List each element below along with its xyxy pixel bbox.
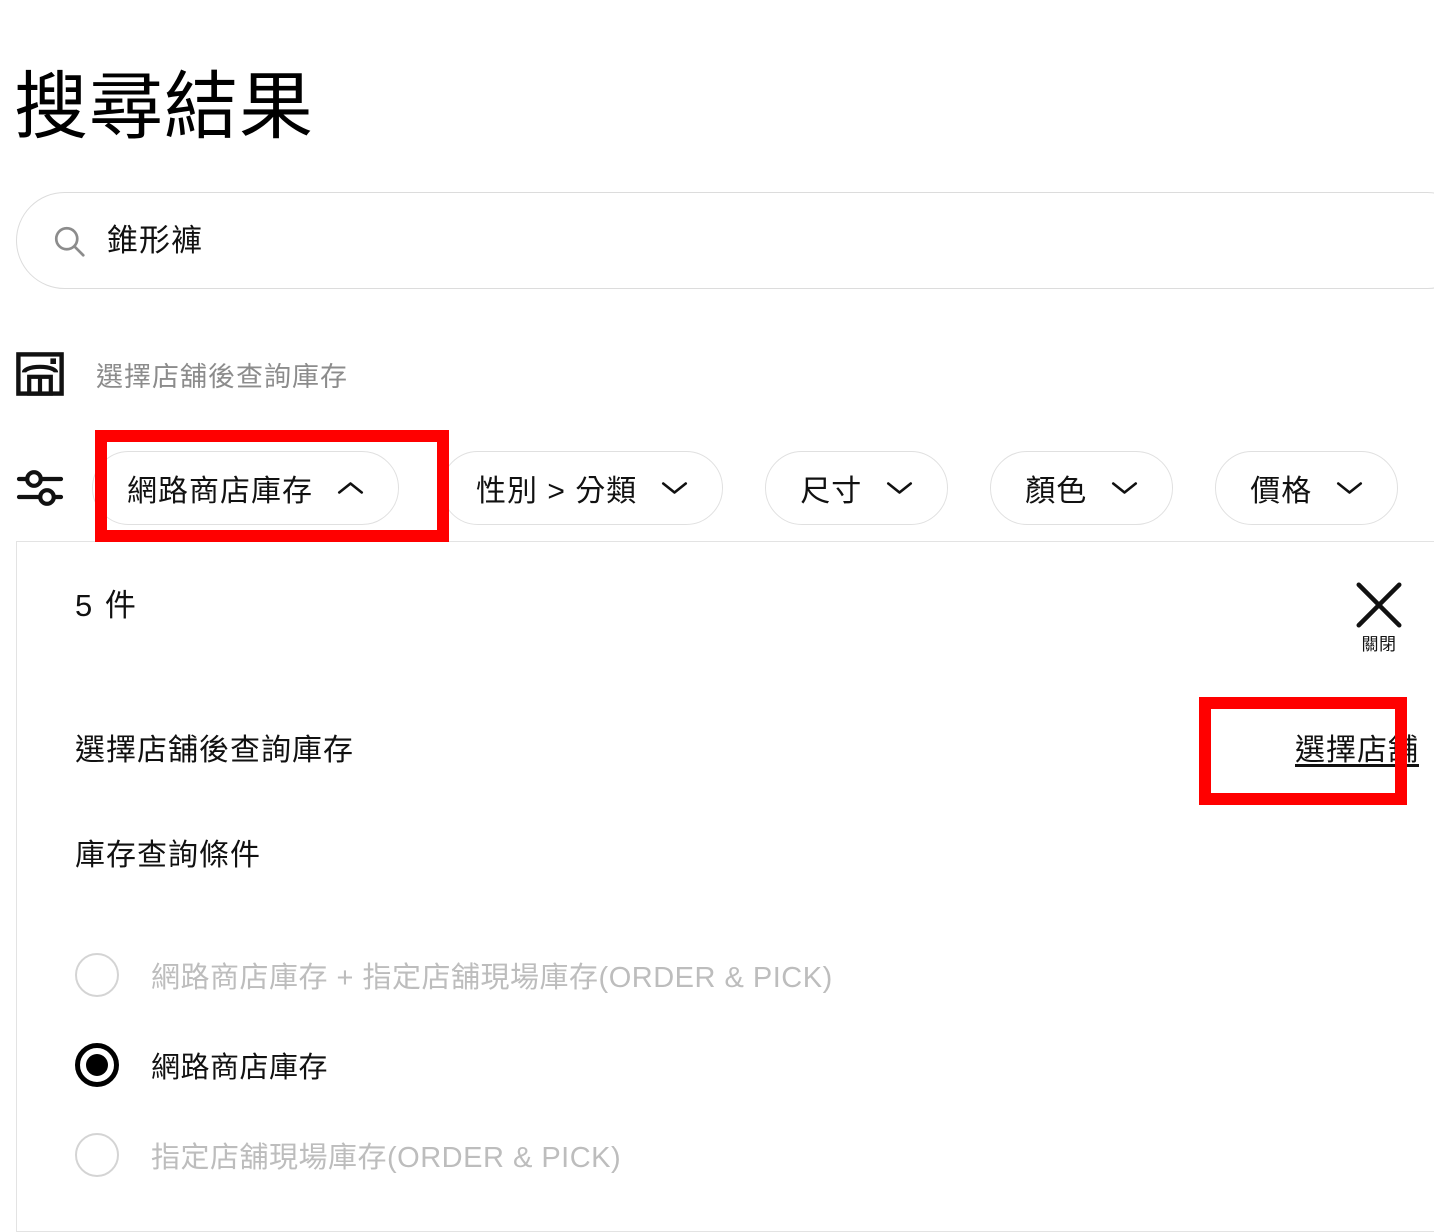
- filter-chip-label: 顏色: [1025, 475, 1088, 508]
- radio-option-label: 指定店舖現場庫存(ORDER & PICK): [151, 1142, 622, 1174]
- search-input[interactable]: 錐形褲: [16, 192, 1434, 289]
- panel-store-row: 選擇店舖後查詢庫存 選擇店舖: [17, 712, 1434, 782]
- stock-filter-panel: 5 件 關閉 選擇店舖後查詢庫存 選擇店舖 庫存查詢條件 網路商店庫存 + 指定…: [16, 542, 1434, 1232]
- store-stock-hint-label: 選擇店舖後查詢庫存: [96, 361, 348, 392]
- radio-option-online-stock[interactable]: 網路商店庫存: [75, 1020, 1415, 1110]
- filter-chip-gender-category[interactable]: 性別 > 分類: [441, 451, 724, 525]
- filter-chip-price[interactable]: 價格: [1215, 451, 1399, 525]
- filter-chip-label: 性別 > 分類: [476, 475, 638, 508]
- store-icon: [16, 352, 64, 396]
- radio-mark-icon: [75, 1133, 119, 1177]
- radio-option-online-plus-store[interactable]: 網路商店庫存 + 指定店舖現場庫存(ORDER & PICK): [75, 930, 1415, 1020]
- panel-store-row-label: 選擇店舖後查詢庫存: [75, 734, 354, 767]
- radio-mark-icon: [75, 1043, 119, 1087]
- radio-option-label: 網路商店庫存 + 指定店舖現場庫存(ORDER & PICK): [151, 962, 833, 994]
- panel-header: 5 件 關閉: [17, 542, 1434, 672]
- filter-chip-online-stock[interactable]: 網路商店庫存: [92, 451, 399, 525]
- filter-chip-label: 尺寸: [800, 475, 863, 508]
- filter-chip-label: 網路商店庫存: [127, 475, 313, 508]
- chevron-down-icon: [637, 480, 688, 496]
- close-button-label: 關閉: [1361, 635, 1397, 654]
- select-store-link[interactable]: 選擇店舖: [1295, 725, 1419, 769]
- result-count: 5 件: [75, 588, 138, 623]
- stock-condition-title: 庫存查詢條件: [75, 839, 261, 872]
- store-stock-hint: 選擇店舖後查詢庫存: [16, 348, 348, 400]
- sliders-icon[interactable]: [16, 465, 92, 511]
- radio-option-store-onsite[interactable]: 指定店舖現場庫存(ORDER & PICK): [75, 1110, 1415, 1200]
- chevron-down-icon: [1087, 480, 1138, 496]
- chevron-down-icon: [862, 480, 913, 496]
- close-icon: [1352, 578, 1406, 632]
- filter-chip-color[interactable]: 顏色: [990, 451, 1174, 525]
- filter-chip-row: 網路商店庫存 性別 > 分類 尺寸 顏色 價格: [16, 448, 1434, 528]
- page-title: 搜尋結果: [14, 64, 314, 148]
- chevron-down-icon: [1312, 480, 1363, 496]
- radio-option-label: 網路商店庫存: [151, 1052, 329, 1084]
- search-icon: [51, 223, 107, 259]
- search-input-value: 錐形褲: [107, 223, 203, 258]
- filter-chip-size[interactable]: 尺寸: [765, 451, 949, 525]
- close-button[interactable]: 關閉: [1339, 578, 1419, 653]
- radio-mark-icon: [75, 953, 119, 997]
- chevron-up-icon: [313, 480, 364, 496]
- filter-chip-label: 價格: [1250, 475, 1313, 508]
- stock-condition-radio-group: 網路商店庫存 + 指定店舖現場庫存(ORDER & PICK) 網路商店庫存 指…: [75, 930, 1415, 1200]
